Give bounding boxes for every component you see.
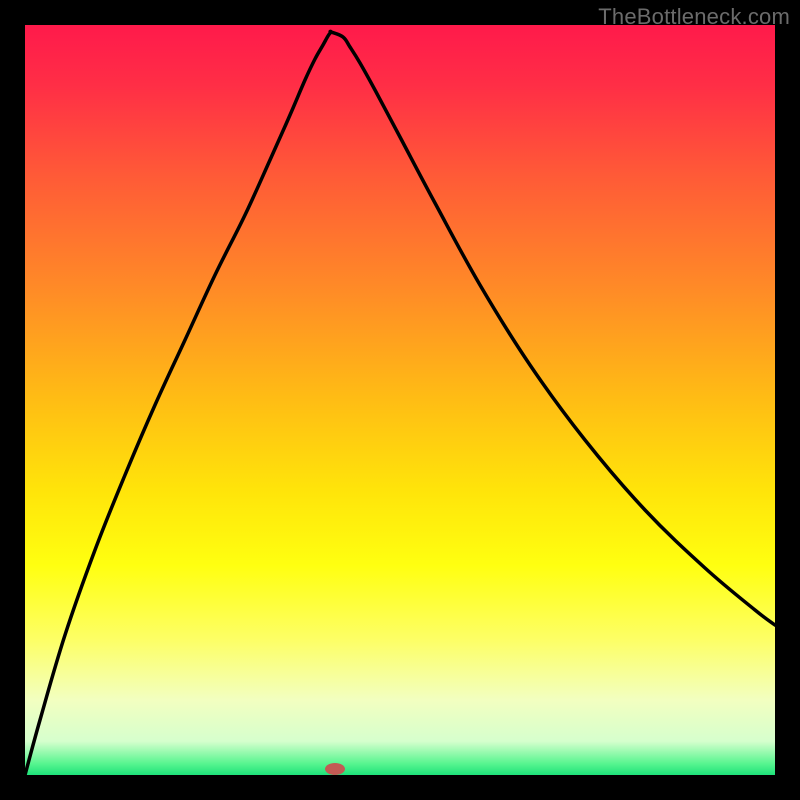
chart-svg	[25, 25, 775, 775]
plot-area	[25, 25, 775, 775]
optimum-marker	[325, 763, 345, 775]
chart-frame: TheBottleneck.com	[0, 0, 800, 800]
watermark-text: TheBottleneck.com	[598, 4, 790, 30]
